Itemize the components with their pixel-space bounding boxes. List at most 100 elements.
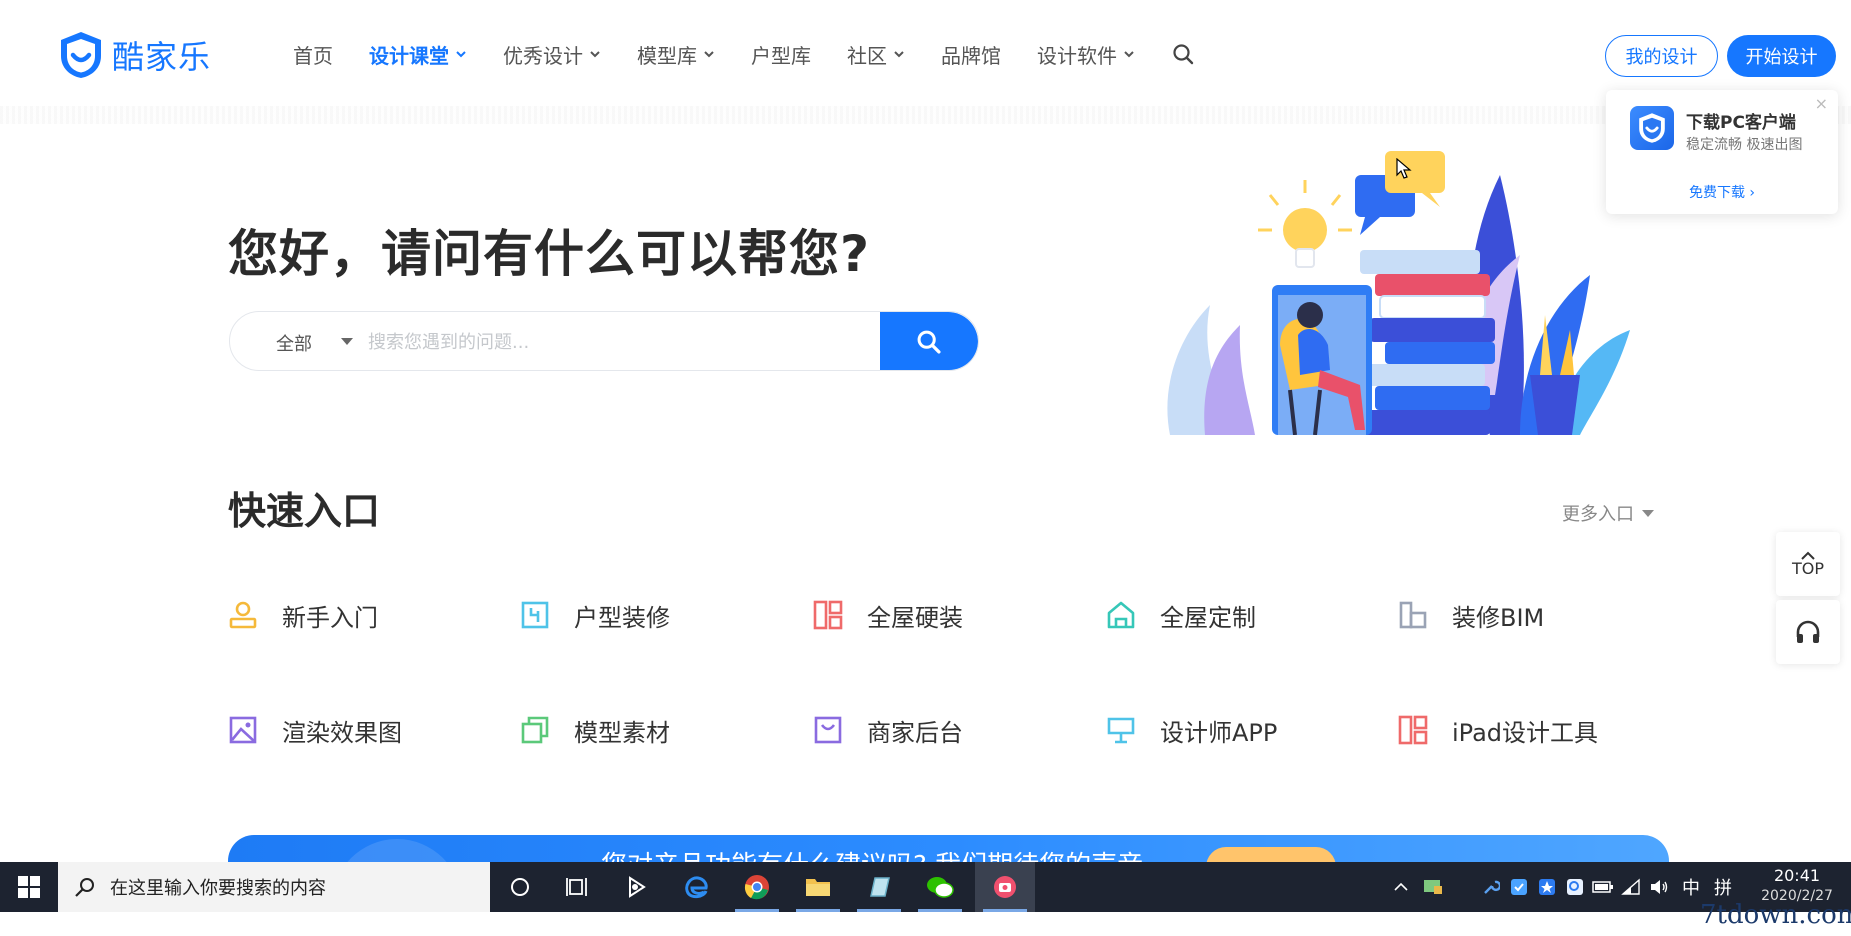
client-logo-icon — [1630, 106, 1674, 150]
layout-icon — [813, 600, 843, 630]
entry-bim[interactable]: 装修BIM — [1398, 592, 1544, 638]
popup-subtitle: 稳定流畅 极速出图 — [1686, 137, 1803, 153]
taskbar-screen-recorder[interactable] — [975, 862, 1035, 912]
nav-design-software[interactable]: 设计软件 — [1037, 38, 1135, 70]
chevron-down-icon — [1124, 51, 1134, 58]
cortana-button[interactable] — [490, 862, 550, 912]
bim-icon — [1399, 601, 1427, 629]
nav-design-class-label: 设计课堂 — [369, 43, 449, 68]
tray-app-3[interactable] — [1506, 862, 1532, 912]
notes-app-icon — [870, 877, 890, 897]
battery-icon — [1592, 881, 1613, 893]
entry-ipad-tool[interactable]: iPad设计工具 — [1398, 707, 1598, 753]
search-category-select[interactable]: 全部 — [276, 330, 312, 356]
taskbar-chrome[interactable] — [727, 862, 787, 912]
customer-service-button[interactable] — [1776, 600, 1840, 664]
task-view-icon — [566, 878, 587, 896]
entry-model-material[interactable]: 模型素材 — [520, 707, 670, 753]
popup-title: 下载PC客户端 — [1686, 113, 1796, 133]
entry-whole-house-custom[interactable]: 全屋定制 — [1106, 592, 1256, 638]
task-view-button[interactable] — [548, 862, 608, 912]
shop-icon — [814, 716, 842, 744]
nav-brand-hall-label: 品牌馆 — [941, 43, 1001, 68]
taskbar-file-explorer[interactable] — [788, 862, 848, 912]
free-download-link[interactable]: 免费下载 › — [1606, 182, 1838, 202]
site-watermark: 7tdown.com — [1700, 900, 1851, 930]
nav-home-label: 首页 — [293, 43, 333, 68]
nav-floorplan-library[interactable]: 户型库 — [751, 38, 811, 70]
media-app-icon — [629, 876, 646, 898]
house-icon — [1107, 601, 1135, 629]
taskbar-wechat[interactable] — [910, 862, 970, 912]
nav-model-library[interactable]: 模型库 — [637, 38, 715, 70]
side-toolbar: TOP — [1776, 532, 1840, 668]
back-to-top-button[interactable]: TOP — [1776, 532, 1840, 596]
battery-status[interactable] — [1590, 862, 1616, 912]
hero-illustration — [1167, 151, 1630, 435]
taskbar-app-1[interactable] — [606, 862, 666, 912]
entry-whole-house-hard[interactable]: 全屋硬装 — [813, 592, 963, 638]
entry-render[interactable]: 渲染效果图 — [228, 707, 402, 753]
volume-icon — [1651, 880, 1668, 894]
nav-excellent-design[interactable]: 优秀设计 — [503, 38, 601, 70]
tray-app-5[interactable] — [1562, 862, 1588, 912]
layout-icon — [1398, 715, 1428, 745]
hero-title: 您好，请问有什么可以帮您? — [228, 225, 871, 283]
screen-bottom-strip — [0, 912, 1851, 936]
windows-taskbar: 在这里输入你要搜索的内容 中 拼 20:41 2020/2/27 — [0, 862, 1851, 912]
wifi-icon — [1621, 878, 1640, 895]
tray-app-icon — [1511, 879, 1527, 895]
volume-status[interactable] — [1646, 862, 1672, 912]
start-button[interactable] — [0, 862, 58, 912]
close-icon[interactable]: × — [1815, 94, 1828, 113]
tray-app-4[interactable] — [1534, 862, 1560, 912]
lamp-icon — [1107, 717, 1135, 744]
cortana-icon — [511, 878, 529, 896]
nav-brand-hall[interactable]: 品牌馆 — [941, 38, 1001, 70]
logo-shield-icon — [61, 32, 101, 78]
headphones-icon — [1796, 620, 1820, 643]
more-entries-label: 更多入口 — [1562, 504, 1634, 525]
entry-label: 全屋硬装 — [867, 603, 963, 632]
entry-designer-app[interactable]: 设计师APP — [1106, 707, 1277, 753]
entry-label: 设计师APP — [1160, 718, 1278, 747]
star-badge-icon — [1539, 879, 1555, 895]
chevron-down-icon — [894, 51, 904, 58]
my-design-button[interactable]: 我的设计 — [1605, 35, 1718, 77]
tray-monitor-icon — [1424, 880, 1442, 894]
chrome-browser-icon — [744, 875, 769, 900]
tray-expand-button[interactable] — [1386, 862, 1416, 912]
entry-label: 渲染效果图 — [282, 718, 402, 747]
taskbar-search[interactable]: 在这里输入你要搜索的内容 — [58, 862, 490, 912]
start-design-button[interactable]: 开始设计 — [1727, 35, 1836, 77]
tray-app-1[interactable] — [1418, 862, 1448, 912]
more-entries-dropdown[interactable]: 更多入口 — [1562, 500, 1654, 526]
logo-text: 酷家乐 — [112, 38, 212, 76]
entry-beginner[interactable]: 新手入门 — [228, 592, 378, 638]
site-logo[interactable]: 酷家乐 — [58, 30, 211, 80]
wechat-icon — [927, 877, 954, 898]
entry-floorplan-decoration[interactable]: 户型装修 — [520, 592, 670, 638]
wifi-status[interactable] — [1618, 862, 1644, 912]
nav-excellent-design-label: 优秀设计 — [503, 43, 583, 68]
site-header: 酷家乐 首页 设计课堂 优秀设计 模型库 户型库 社区 品牌馆 设计软件 我的设… — [0, 0, 1851, 108]
download-client-popup: × 下载PC客户端 稳定流畅 极速出图 免费下载 › — [1606, 90, 1838, 214]
nav-floorplan-library-label: 户型库 — [751, 43, 811, 68]
nav-home[interactable]: 首页 — [293, 38, 333, 70]
nav-design-class[interactable]: 设计课堂 — [369, 38, 467, 70]
help-search-bar: 全部 — [229, 311, 979, 371]
entry-merchant-backend[interactable]: 商家后台 — [813, 707, 963, 753]
edge-browser-icon — [685, 876, 708, 899]
windows-logo-icon — [18, 876, 40, 898]
search-icon[interactable] — [1171, 42, 1195, 66]
search-input[interactable] — [368, 322, 778, 362]
chevron-up-icon — [1394, 882, 1408, 891]
nav-community[interactable]: 社区 — [847, 38, 905, 70]
caret-down-icon[interactable] — [341, 338, 353, 345]
folder-icon — [806, 879, 830, 896]
search-button[interactable] — [880, 312, 978, 370]
taskbar-edge[interactable] — [666, 862, 726, 912]
tray-app-2[interactable] — [1478, 862, 1504, 912]
taskbar-app-notes[interactable] — [849, 862, 909, 912]
user-icon — [229, 601, 257, 629]
